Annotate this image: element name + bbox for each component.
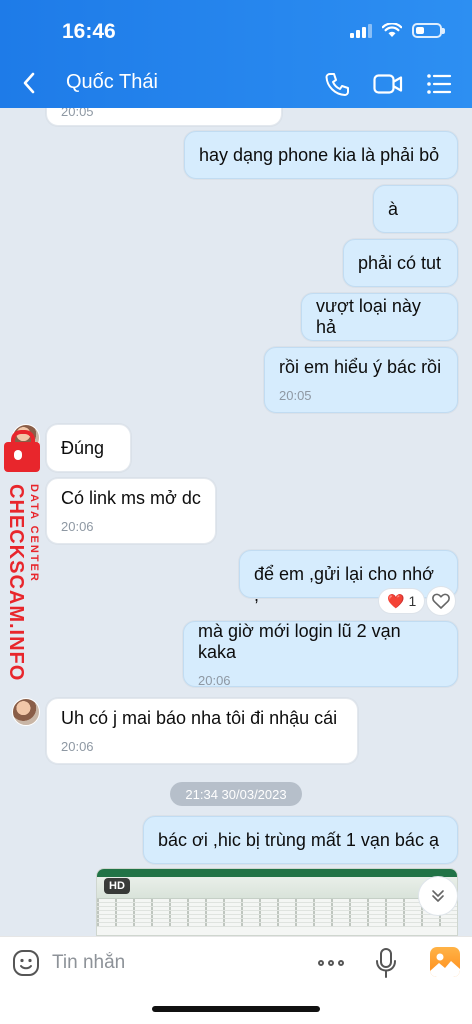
message-bubble-outgoing[interactable]: à [373,185,458,233]
message-text: phải có tut [358,252,442,273]
back-icon[interactable] [22,68,46,98]
contact-avatar[interactable] [12,698,40,726]
message-bubble-incoming[interactable]: Có link ms mở dc 20:06 [46,478,216,544]
contact-name[interactable]: Quốc Thái [66,71,158,94]
battery-icon [412,22,445,38]
spreadsheet-ribbon [97,877,457,899]
status-time: 16:46 [62,20,116,43]
message-text: Uh có j mai báo nha tôi đi nhậu cái [61,708,338,728]
message-bubble-outgoing[interactable]: rồi em hiểu ý bác rồi 20:05 [264,347,458,413]
spreadsheet-titlebar [97,869,457,877]
reaction-badge[interactable]: ❤️ 1 [378,588,426,614]
message-bubble-outgoing[interactable]: mà giờ mới login lũ 2 vạn kaka 20:06 [183,620,458,688]
message-timestamp: 20:06 [61,739,94,754]
wifi-icon [382,22,402,37]
message-bubble-outgoing[interactable]: vượt loại này hả [301,293,458,341]
status-icons [350,22,445,38]
message-timestamp: 20:06 [198,672,231,688]
message-text: hay dạng phone kia là phải bỏ [199,144,440,165]
message-bubble-outgoing[interactable]: phải có tut [343,239,458,287]
watermark: CHECKSCAM.INFO DATA CENTER [0,424,52,681]
date-divider: 21:34 30/03/2023 [170,782,302,806]
watermark-lock-icon [4,430,40,472]
watermark-brand: CHECKSCAM.INFO [5,484,27,682]
message-text: mà giờ mới login lũ 2 vạn kaka [198,620,401,662]
message-text: Đúng [61,437,105,458]
message-bubble-incoming[interactable]: Uh có j mai báo nha tôi đi nhậu cái 20:0… [46,698,358,764]
message-bubble-outgoing[interactable]: hay dạng phone kia là phải bỏ [184,131,458,179]
message-bubble-outgoing[interactable]: bác ơi ,hic bị trùng mất 1 vạn bác ạ [143,816,458,864]
message-bubble-incoming[interactable]: 20:05 [46,108,282,126]
emoji-sticker-icon[interactable] [12,949,40,977]
gallery-icon[interactable] [430,947,460,977]
video-call-icon[interactable] [372,69,404,99]
hd-badge: HD [104,878,130,894]
menu-list-icon[interactable] [424,69,454,99]
spreadsheet-row [97,923,457,927]
like-heart-icon[interactable] [426,586,456,616]
message-timestamp: 20:06 [61,519,94,534]
reaction-count: 1 [408,593,417,609]
signal-icon [350,22,372,38]
message-text: vượt loại này hả [316,296,421,337]
image-attachment[interactable] [96,868,458,936]
scroll-down-icon[interactable] [418,876,458,916]
message-text: Có link ms mở dc [61,488,201,508]
message-timestamp: 20:05 [61,108,94,119]
message-bubble-incoming[interactable]: Đúng [46,424,131,472]
message-text: rồi em hiểu ý bác rồi [279,357,442,377]
message-bubble-outgoing[interactable]: để em ,gửi lại cho nhớ , [239,550,458,605]
heart-reaction-icon: ❤️ [387,592,405,609]
home-indicator [152,1006,320,1012]
more-options-icon[interactable] [318,951,350,975]
microphone-icon[interactable] [374,947,398,979]
message-list[interactable]: 20:05 hay dạng phone kia là phải bỏ à ph… [0,108,472,936]
message-input[interactable] [52,947,292,979]
phone-call-icon[interactable] [322,69,352,99]
chat-header: 16:46 Quốc Thái [0,0,472,108]
message-text: bác ơi ,hic bị trùng mất 1 vạn bác ạ [158,829,439,850]
watermark-subtitle: DATA CENTER [28,484,40,583]
message-timestamp: 20:05 [279,388,312,403]
message-text: à [388,198,399,219]
